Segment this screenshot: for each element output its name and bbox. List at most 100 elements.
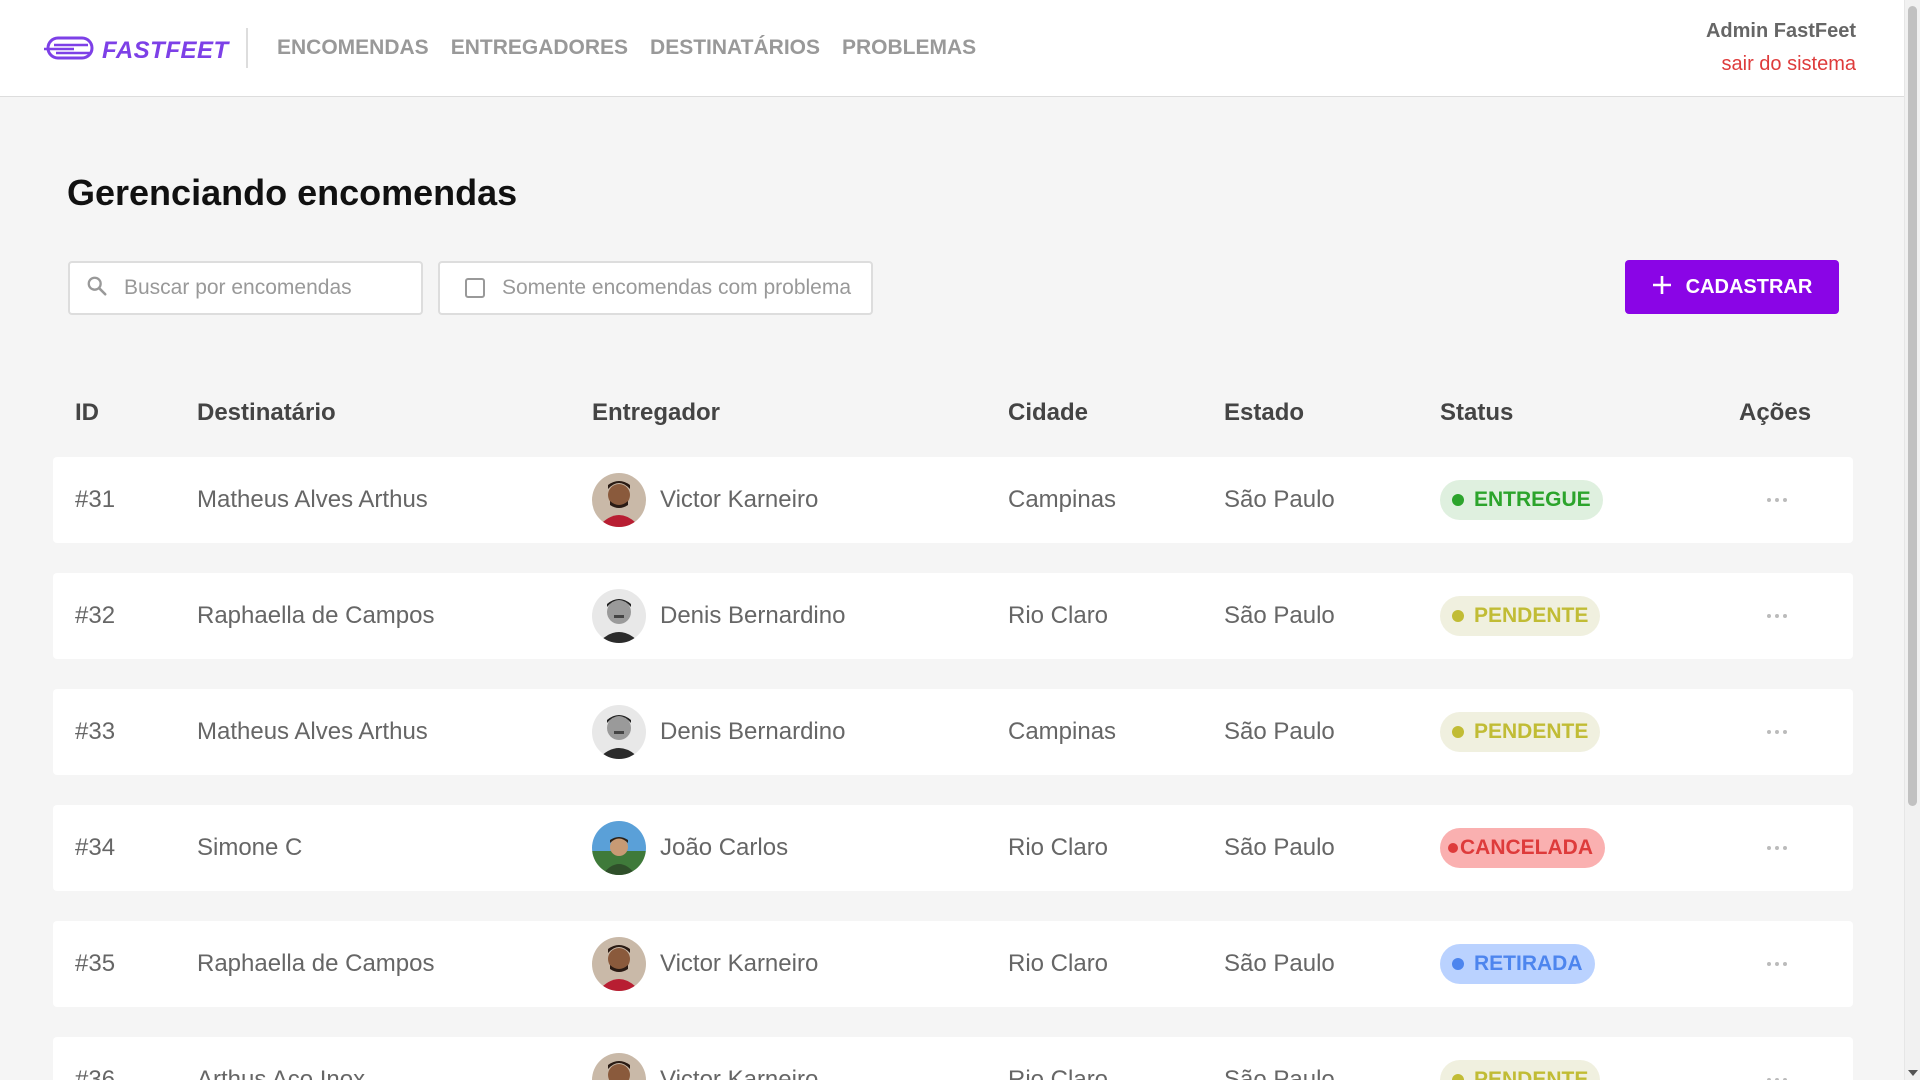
delivery-truck-icon [44, 32, 94, 69]
column-actions: Ações [1739, 399, 1812, 426]
search-icon [86, 275, 108, 302]
user-profile: Admin FastFeet sair do sistema [1706, 20, 1856, 76]
avatar [592, 937, 646, 991]
scrollbar[interactable] [1904, 0, 1920, 1080]
state: São Paulo [1224, 718, 1335, 745]
recipient-name: Raphaella de Campos [197, 950, 435, 977]
order-id: #36 [75, 1066, 116, 1080]
courier: Denis Bernardino [592, 705, 845, 759]
status-label: PENDENTE [1474, 1068, 1589, 1080]
column-recipient: Destinatário [197, 399, 336, 426]
status-badge: PENDENTE [1440, 1060, 1601, 1080]
nav-problemas[interactable]: PROBLEMAS [842, 36, 976, 60]
more-actions-icon[interactable] [1757, 490, 1797, 510]
recipient-name: Matheus Alves Arthus [197, 718, 428, 745]
page-title: Gerenciando encomendas [67, 172, 518, 213]
status-badge: ENTREGUE [1440, 480, 1603, 520]
column-courier: Entregador [592, 399, 721, 426]
nav-destinatarios[interactable]: DESTINATÁRIOS [650, 36, 820, 60]
state: São Paulo [1224, 602, 1335, 629]
order-id: #31 [75, 486, 116, 513]
table-row: #31 Matheus Alves Arthus Victor Karneiro… [53, 457, 1853, 543]
column-city: Cidade [1008, 399, 1089, 426]
avatar [592, 705, 646, 759]
city: Campinas [1008, 486, 1117, 513]
order-id: #33 [75, 718, 116, 745]
courier-name: Denis Bernardino [660, 602, 846, 629]
top-header: FASTFEET ENCOMENDAS ENTREGADORES DESTINA… [0, 0, 1904, 97]
table-row: #32 Raphaella de Campos Denis Bernardino… [53, 573, 1853, 659]
status-badge: PENDENTE [1440, 596, 1601, 636]
header-divider [246, 28, 248, 68]
status-dot [1452, 494, 1464, 506]
more-actions-icon[interactable] [1757, 1070, 1797, 1080]
courier: Victor Karneiro [592, 1053, 818, 1080]
column-status: Status [1440, 399, 1514, 426]
status-dot [1452, 958, 1464, 970]
problem-filter-label: Somente encomendas com problema [502, 276, 852, 299]
state: São Paulo [1224, 950, 1335, 977]
column-id: ID [75, 399, 99, 426]
main-nav: ENCOMENDAS ENTREGADORES DESTINATÁRIOS PR… [277, 36, 998, 60]
state: São Paulo [1224, 834, 1335, 861]
table-row: #34 Simone C João Carlos Rio Claro São P… [53, 805, 1853, 891]
avatar [592, 473, 646, 527]
nav-entregadores[interactable]: ENTREGADORES [451, 36, 628, 60]
courier-name: João Carlos [660, 834, 789, 861]
recipient-name: Simone C [197, 834, 303, 861]
table-row: #35 Raphaella de Campos Victor Karneiro … [53, 921, 1853, 1007]
user-name: Admin FastFeet [1705, 20, 1856, 42]
status-badge: CANCELADA [1440, 828, 1605, 868]
page: FASTFEET ENCOMENDAS ENTREGADORES DESTINA… [0, 0, 1920, 1080]
status-dot [1452, 1074, 1464, 1080]
logo-text: FASTFEET [102, 36, 229, 64]
problem-filter[interactable]: Somente encomendas com problema [438, 261, 873, 315]
recipient-name: Raphaella de Campos [197, 602, 435, 629]
status-badge: RETIRADA [1440, 944, 1595, 984]
search-box [68, 261, 423, 315]
status-label: PENDENTE [1474, 720, 1589, 743]
add-order-button[interactable]: CADASTRAR [1625, 260, 1839, 314]
avatar [592, 1053, 646, 1080]
courier: Denis Bernardino [592, 589, 845, 643]
nav-encomendas[interactable]: ENCOMENDAS [277, 36, 429, 60]
recipient-name: Arthus Aco Inox [197, 1066, 366, 1080]
city: Rio Claro [1008, 1066, 1109, 1080]
logo[interactable]: FASTFEET [44, 32, 229, 69]
status-label: RETIRADA [1474, 952, 1583, 975]
status-label: CANCELADA [1460, 836, 1593, 859]
status-dot [1448, 843, 1458, 853]
city: Rio Claro [1008, 834, 1109, 861]
courier: Victor Karneiro [592, 473, 818, 527]
more-actions-icon[interactable] [1757, 722, 1797, 742]
city: Rio Claro [1008, 950, 1109, 977]
table-row: #36 Arthus Aco Inox Victor Karneiro Rio … [53, 1037, 1853, 1080]
problem-filter-checkbox[interactable] [465, 278, 485, 298]
recipient-name: Matheus Alves Arthus [197, 486, 428, 513]
state: São Paulo [1224, 486, 1335, 513]
logout-link[interactable]: sair do sistema [1706, 53, 1857, 76]
table-row: #33 Matheus Alves Arthus Denis Bernardin… [53, 689, 1853, 775]
city: Campinas [1008, 718, 1117, 745]
courier: Victor Karneiro [592, 937, 818, 991]
scroll-down-arrow-icon[interactable] [1908, 1070, 1918, 1076]
avatar [592, 821, 646, 875]
status-dot [1452, 726, 1464, 738]
city: Rio Claro [1008, 602, 1109, 629]
order-id: #32 [75, 602, 116, 629]
more-actions-icon[interactable] [1757, 954, 1797, 974]
more-actions-icon[interactable] [1757, 606, 1797, 626]
status-label: ENTREGUE [1474, 488, 1591, 511]
scrollbar-thumb[interactable] [1908, 6, 1917, 806]
state: São Paulo [1224, 1066, 1335, 1080]
courier-name: Victor Karneiro [660, 950, 819, 977]
column-state: Estado [1224, 399, 1305, 426]
plus-icon [1652, 275, 1672, 300]
courier-name: Victor Karneiro [660, 486, 819, 513]
courier-name: Denis Bernardino [660, 718, 846, 745]
more-actions-icon[interactable] [1757, 838, 1797, 858]
order-id: #34 [75, 834, 116, 861]
courier-name: Victor Karneiro [660, 1066, 819, 1080]
search-input[interactable] [124, 276, 394, 300]
add-order-label: CADASTRAR [1685, 275, 1813, 298]
